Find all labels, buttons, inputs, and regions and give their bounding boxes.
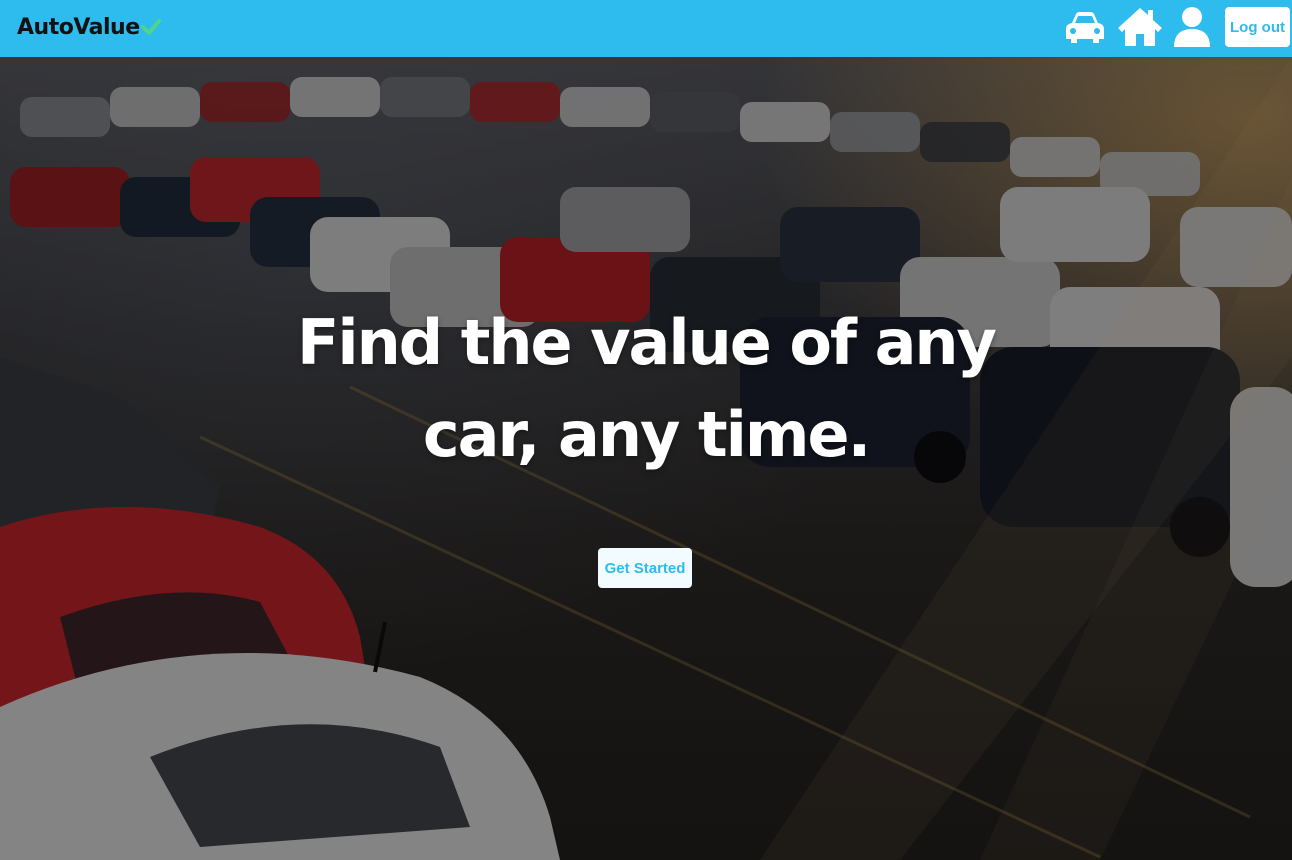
home-icon[interactable] bbox=[1116, 6, 1164, 48]
hero-section: Find the value of any car, any time. Get… bbox=[0, 57, 1292, 860]
brand-name: AutoValue bbox=[17, 14, 140, 40]
car-icon[interactable] bbox=[1064, 11, 1106, 45]
checkmark-icon bbox=[140, 19, 161, 35]
get-started-button[interactable]: Get Started bbox=[598, 548, 692, 588]
top-navbar: AutoValue Log out bbox=[0, 0, 1292, 57]
headline-line-2: car, any time. bbox=[422, 398, 871, 471]
logout-button[interactable]: Log out bbox=[1225, 7, 1290, 47]
headline-line-1: Find the value of any bbox=[297, 306, 997, 379]
hero-headline: Find the value of any car, any time. bbox=[246, 297, 1046, 481]
brand-logo[interactable]: AutoValue bbox=[17, 12, 161, 42]
user-icon[interactable] bbox=[1173, 6, 1211, 48]
